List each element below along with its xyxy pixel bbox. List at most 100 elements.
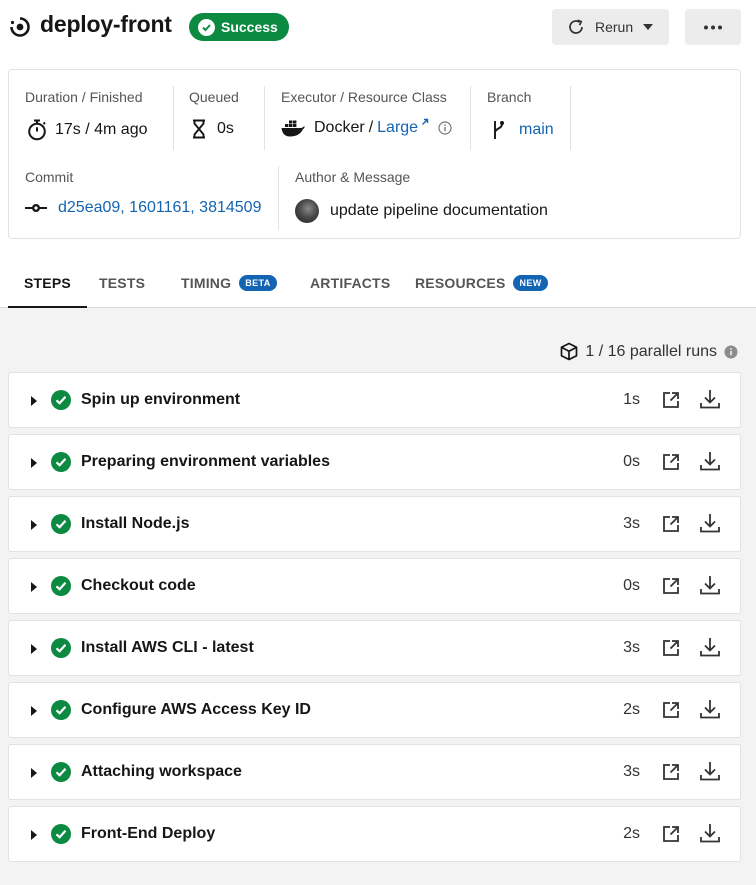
- caret-right-icon[interactable]: [31, 396, 37, 406]
- open-in-new-icon[interactable]: [661, 638, 681, 658]
- commit-label: Commit: [25, 169, 74, 185]
- open-in-new-icon[interactable]: [661, 576, 681, 596]
- status-badge: Success: [189, 13, 289, 41]
- info-icon[interactable]: [724, 345, 738, 359]
- success-icon: [51, 576, 71, 596]
- job-icon: [9, 16, 31, 38]
- more-actions-button[interactable]: [685, 9, 741, 45]
- step-row[interactable]: Configure AWS Access Key ID 2s: [8, 682, 741, 738]
- step-name: Spin up environment: [81, 391, 241, 408]
- caret-right-icon[interactable]: [31, 830, 37, 840]
- step-duration: 0s: [623, 577, 640, 594]
- step-row[interactable]: Checkout code 0s: [8, 558, 741, 614]
- branch-label: Branch: [487, 89, 532, 105]
- commit-message: update pipeline documentation: [330, 202, 548, 219]
- tab-label: TIMING: [181, 275, 232, 291]
- step-name: Checkout code: [81, 577, 196, 594]
- duration-value: 17s / 4m ago: [55, 121, 148, 138]
- step-duration: 0s: [623, 453, 640, 470]
- success-icon: [51, 638, 71, 658]
- author-cell: Author & Message update pipeline documen…: [295, 169, 548, 223]
- rerun-button[interactable]: Rerun: [552, 9, 669, 45]
- step-row[interactable]: Attaching workspace 3s: [8, 744, 741, 800]
- caret-right-icon[interactable]: [31, 582, 37, 592]
- stopwatch-icon: [27, 119, 47, 141]
- download-icon[interactable]: [699, 698, 721, 720]
- open-in-new-icon[interactable]: [661, 824, 681, 844]
- step-duration: 2s: [623, 825, 640, 842]
- divider: [570, 86, 571, 150]
- step-duration: 1s: [623, 391, 640, 408]
- tab-artifacts[interactable]: ARTIFACTS: [310, 258, 390, 308]
- success-icon: [51, 452, 71, 472]
- more-icon: [703, 25, 723, 30]
- step-duration: 2s: [623, 701, 640, 718]
- open-in-new-icon[interactable]: [661, 762, 681, 782]
- tab-resources[interactable]: RESOURCES NEW: [415, 258, 548, 308]
- tab-bar: STEPS TESTS TIMING BETA ARTIFACTS RESOUR…: [0, 258, 756, 309]
- beta-badge: BETA: [239, 275, 277, 291]
- tab-label: STEPS: [24, 275, 71, 291]
- author-label: Author & Message: [295, 169, 411, 185]
- step-row[interactable]: Front-End Deploy 2s: [8, 806, 741, 862]
- info-icon[interactable]: [438, 121, 452, 135]
- queued-value: 0s: [217, 120, 234, 137]
- executor-name: Docker: [314, 119, 365, 136]
- commit-link[interactable]: d25ea09, 1601161, 3814509: [58, 199, 261, 217]
- caret-right-icon[interactable]: [31, 644, 37, 654]
- download-icon[interactable]: [699, 636, 721, 658]
- queued-cell: Queued 0s: [189, 89, 239, 139]
- open-in-new-icon[interactable]: [661, 514, 681, 534]
- branch-icon: [491, 119, 505, 141]
- open-in-new-icon[interactable]: [661, 700, 681, 720]
- success-icon: [51, 762, 71, 782]
- cube-icon: [560, 342, 578, 361]
- steps-panel: 1 / 16 parallel runs Spin up environment…: [0, 308, 756, 885]
- open-in-new-icon[interactable]: [661, 452, 681, 472]
- resource-class-link[interactable]: Large: [377, 119, 418, 137]
- download-icon[interactable]: [699, 574, 721, 596]
- avatar: [295, 199, 319, 223]
- parallel-runs-text: 1 / 16 parallel runs: [585, 342, 717, 360]
- success-icon: [51, 514, 71, 534]
- queued-label: Queued: [189, 89, 239, 105]
- caret-right-icon[interactable]: [31, 458, 37, 468]
- tab-timing[interactable]: TIMING BETA: [181, 258, 277, 308]
- step-row[interactable]: Spin up environment 1s: [8, 372, 741, 428]
- success-icon: [51, 824, 71, 844]
- success-icon: [51, 390, 71, 410]
- download-icon[interactable]: [699, 388, 721, 410]
- tab-tests[interactable]: TESTS: [99, 258, 145, 308]
- new-badge: NEW: [513, 275, 548, 291]
- divider: [470, 86, 471, 150]
- branch-cell: Branch main: [487, 89, 554, 139]
- commit-icon: [25, 202, 47, 214]
- job-info-card: Duration / Finished 17s / 4m ago Queued …: [8, 69, 741, 239]
- caret-right-icon[interactable]: [31, 520, 37, 530]
- tab-steps[interactable]: STEPS: [8, 258, 87, 309]
- caret-right-icon[interactable]: [31, 768, 37, 778]
- step-row[interactable]: Install AWS CLI - latest 3s: [8, 620, 741, 676]
- rerun-label: Rerun: [595, 19, 634, 35]
- download-icon[interactable]: [699, 512, 721, 534]
- step-name: Front-End Deploy: [81, 825, 216, 842]
- open-in-new-icon[interactable]: [661, 390, 681, 410]
- hourglass-icon: [191, 119, 207, 139]
- branch-link[interactable]: main: [519, 121, 554, 139]
- step-row[interactable]: Install Node.js 3s: [8, 496, 741, 552]
- step-name: Configure AWS Access Key ID: [81, 701, 311, 718]
- success-icon: [51, 700, 71, 720]
- external-link-icon[interactable]: [421, 118, 429, 126]
- refresh-icon: [567, 18, 585, 36]
- download-icon[interactable]: [699, 822, 721, 844]
- divider: [264, 86, 265, 150]
- download-icon[interactable]: [699, 760, 721, 782]
- job-header: deploy-front Success Rerun: [0, 0, 756, 60]
- step-row[interactable]: Preparing environment variables 0s: [8, 434, 741, 490]
- docker-icon: [281, 119, 305, 137]
- download-icon[interactable]: [699, 450, 721, 472]
- caret-right-icon[interactable]: [31, 706, 37, 716]
- executor-cell: Executor / Resource Class Docker / Large: [281, 89, 452, 137]
- tab-label: TESTS: [99, 275, 146, 291]
- duration-cell: Duration / Finished 17s / 4m ago: [25, 89, 148, 141]
